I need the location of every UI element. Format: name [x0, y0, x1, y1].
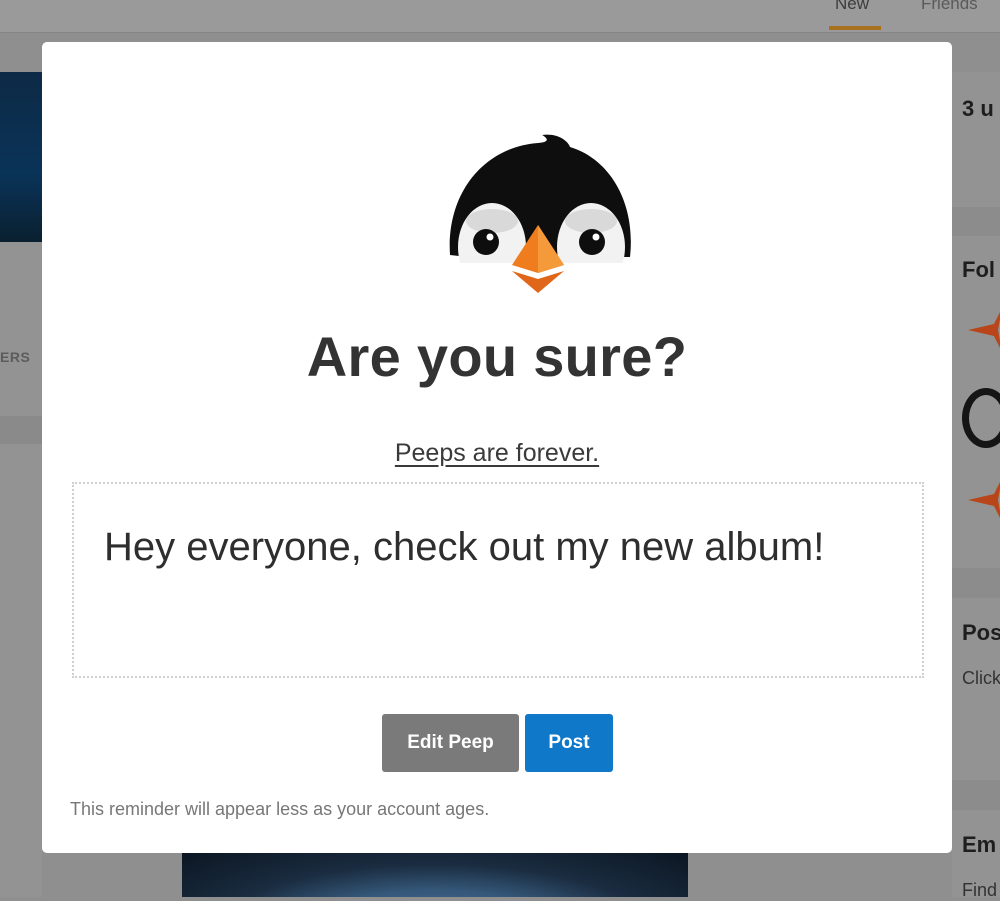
right-card-follow-heading: Fol	[962, 257, 995, 282]
feed-earth-image	[182, 853, 688, 897]
star-avatar-icon[interactable]	[968, 478, 1000, 522]
right-card-email-heading: Em	[962, 832, 997, 857]
peeps-forever-link[interactable]: Peeps are forever.	[42, 439, 952, 468]
top-nav-bar: New Friends	[0, 0, 1000, 33]
right-card-email-sub: Find	[962, 880, 998, 900]
edit-peep-button[interactable]: Edit Peep	[382, 714, 519, 772]
star-avatar-icon[interactable]	[968, 308, 1000, 352]
right-card-post-sub: Click	[962, 668, 1000, 688]
right-card-users-text: 3 u	[962, 96, 994, 121]
right-card-users	[952, 72, 1000, 207]
reminder-text: This reminder will appear less as your a…	[70, 799, 490, 819]
penguin-mascot-icon	[446, 134, 634, 295]
left-divider	[0, 416, 42, 444]
tab-new[interactable]: New	[835, 0, 869, 14]
left-stat-label: ERS	[0, 349, 31, 365]
peep-preview: Hey everyone, check out my new album!	[72, 482, 924, 678]
right-card-post-heading: Pos	[962, 620, 1000, 645]
confirm-post-modal: Are you sure? Peeps are forever. Hey eve…	[42, 42, 952, 853]
post-button[interactable]: Post	[525, 714, 613, 772]
modal-title: Are you sure?	[306, 325, 688, 388]
tab-friends[interactable]: Friends	[921, 0, 978, 14]
active-tab-indicator	[829, 26, 881, 30]
peep-preview-text: Hey everyone, check out my new album!	[104, 525, 825, 569]
profile-banner-image	[0, 72, 42, 242]
